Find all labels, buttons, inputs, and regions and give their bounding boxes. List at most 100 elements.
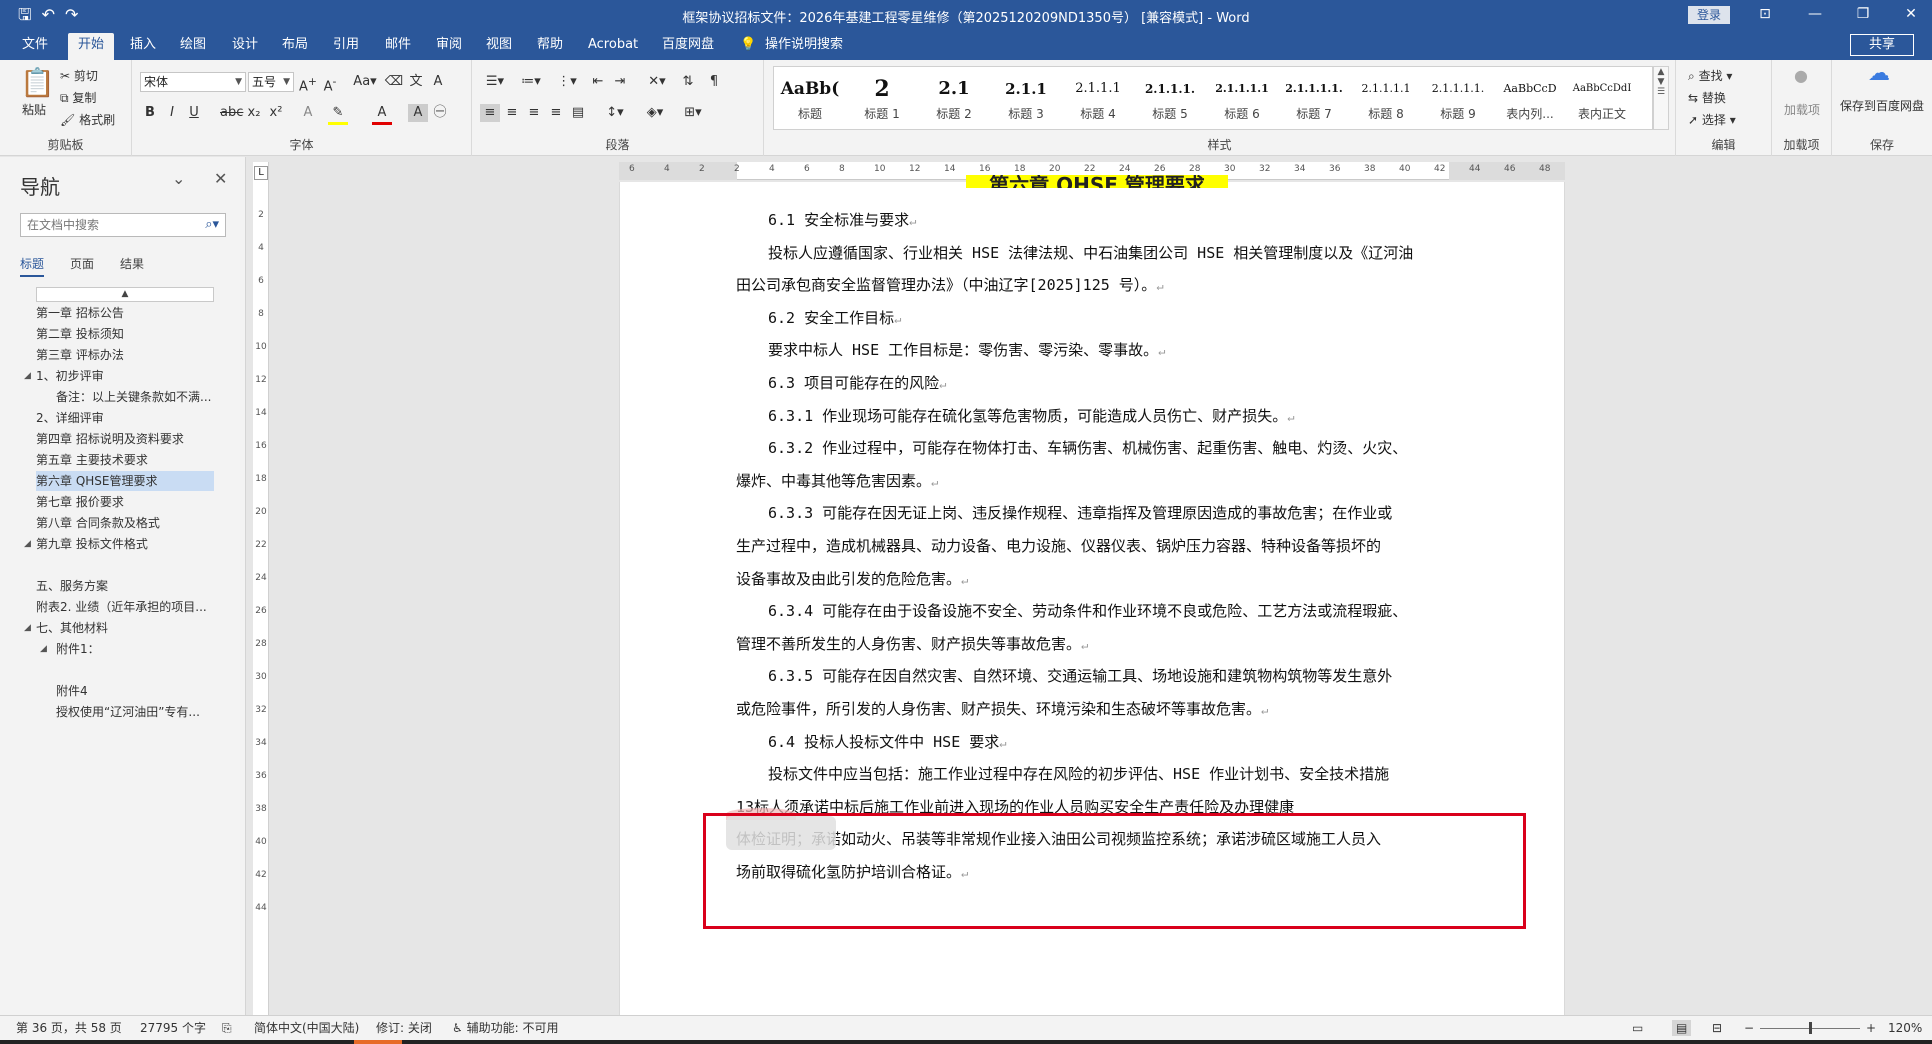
web-layout-icon[interactable]: ⊟ [1712, 1020, 1722, 1036]
close-button[interactable]: ✕ [1896, 4, 1926, 24]
tab-insert[interactable]: 插入 [130, 36, 156, 54]
paste-icon[interactable]: 📋 [20, 68, 55, 98]
nav-heading-item[interactable]: 备注：以上关键条款如不满... [56, 387, 238, 407]
shading-icon[interactable]: ◈▾ [640, 104, 670, 122]
document-page[interactable]: 第六章 QHSE 管理要求 6.1 安全标准与要求↵ 投标人应遵循国家、行业相关 … [619, 175, 1565, 1015]
increase-indent-icon[interactable]: ⇥ [610, 73, 630, 91]
ribbon-display-icon[interactable]: ⊡ [1750, 4, 1780, 24]
style-heading-3[interactable]: 2.1.1 标题 3 [990, 67, 1062, 129]
tab-selector[interactable]: L [254, 166, 268, 180]
bullets-icon[interactable]: ☰▾ [480, 73, 510, 91]
read-mode-icon[interactable]: ▭ [1632, 1020, 1643, 1036]
zoom-slider-thumb[interactable] [1809, 1022, 1812, 1034]
borders-icon[interactable]: ⊞▾ [678, 104, 708, 122]
style-heading-8[interactable]: 2.1.1.1.1 标题 8 [1350, 67, 1422, 129]
word-count[interactable]: 27795 个字 [140, 1020, 206, 1036]
decrease-indent-icon[interactable]: ⇤ [588, 73, 608, 91]
paste-button[interactable]: 粘贴 [22, 102, 46, 118]
tab-help[interactable]: 帮助 [537, 36, 563, 54]
char-border-icon[interactable]: A [428, 73, 448, 91]
nav-tab-pages[interactable]: 页面 [70, 255, 94, 277]
tab-layout[interactable]: 布局 [282, 36, 308, 54]
nav-heading-item[interactable]: 附件4 [56, 681, 238, 701]
nav-heading-item[interactable] [36, 555, 218, 575]
text-effects-icon[interactable]: A [298, 104, 318, 122]
minimize-button[interactable]: — [1800, 4, 1830, 24]
multilevel-list-icon[interactable]: ⋮▾ [552, 73, 582, 91]
style-heading-7[interactable]: 2.1.1.1.1. 标题 7 [1278, 67, 1350, 129]
save-baidu-button[interactable]: 保存到百度网盘 [1836, 98, 1928, 114]
clear-format-icon[interactable]: ⌫ [384, 73, 404, 91]
tab-mailings[interactable]: 邮件 [385, 36, 411, 54]
line-spacing-icon[interactable]: ↕▾ [600, 104, 630, 122]
subscript-icon[interactable]: x₂ [244, 104, 264, 122]
align-center-icon[interactable]: ≡ [502, 104, 522, 122]
copy-button[interactable]: ⧉ 复制 [60, 90, 96, 106]
tab-review[interactable]: 审阅 [436, 36, 462, 54]
font-color-icon[interactable]: A [372, 104, 392, 125]
bold-icon[interactable]: B [140, 104, 160, 122]
login-button[interactable]: 登录 [1688, 6, 1730, 24]
expand-arrow-icon[interactable]: ◢ [24, 366, 31, 386]
select-button[interactable]: ➚ 选择 ▾ [1688, 112, 1736, 128]
close-icon[interactable]: ✕ [214, 169, 227, 188]
print-layout-icon[interactable]: ▤ [1672, 1020, 1692, 1036]
share-button[interactable]: 共享 [1850, 34, 1914, 56]
tab-home[interactable]: 开始 [68, 33, 115, 60]
tab-acrobat[interactable]: Acrobat [588, 36, 638, 54]
tab-baidu[interactable]: 百度网盘 [662, 36, 714, 54]
chinese-layout-icon[interactable]: ✕▾ [642, 73, 672, 91]
strikethrough-icon[interactable]: abc [220, 104, 243, 122]
proofing-icon[interactable]: ⎘ [222, 1020, 232, 1036]
nav-heading-item[interactable]: 1、初步评审 [36, 366, 218, 386]
italic-icon[interactable]: I [162, 104, 182, 122]
nav-heading-item[interactable]: 第六章 QHSE管理要求 [36, 471, 214, 491]
nav-search-input[interactable]: 在文档中搜索 ⌕▾ [20, 213, 226, 237]
numbering-icon[interactable]: ≔▾ [516, 73, 546, 91]
distributed-icon[interactable]: ▤ [568, 104, 588, 122]
style-heading-2[interactable]: 2.1 标题 2 [918, 67, 990, 129]
find-button[interactable]: ⌕ 查找 ▾ [1688, 68, 1732, 84]
nav-heading-item[interactable]: 附件1： [56, 639, 238, 659]
chevron-down-icon[interactable]: ⌄ [172, 169, 185, 188]
nav-heading-item[interactable]: 五、服务方案 [36, 576, 218, 596]
font-name-select[interactable]: 宋体 ▼ [140, 72, 246, 92]
align-left-icon[interactable]: ≡ [480, 104, 500, 122]
tab-draw[interactable]: 绘图 [180, 36, 206, 54]
nav-heading-item[interactable]: 第九章 投标文件格式 [36, 534, 218, 554]
grow-font-icon[interactable]: A+ [298, 73, 318, 96]
restore-button[interactable]: ❐ [1848, 4, 1878, 24]
expand-arrow-icon[interactable]: ◢ [24, 618, 31, 638]
language-status[interactable]: 简体中文(中国大陆) [254, 1020, 359, 1036]
nav-tab-results[interactable]: 结果 [120, 255, 144, 277]
nav-heading-item[interactable]: 授权使用“辽河油田”专有... [56, 702, 238, 722]
tell-me-search[interactable]: 操作说明搜索 [765, 36, 843, 54]
zoom-in-button[interactable]: + [1866, 1020, 1876, 1036]
justify-icon[interactable]: ≡ [546, 104, 566, 122]
style-table-body[interactable]: AaBbCcDdI 表内正文 [1566, 67, 1638, 129]
nav-heading-item[interactable]: 2、详细评审 [36, 408, 218, 428]
expand-arrow-icon[interactable]: ◢ [24, 534, 31, 554]
track-changes-status[interactable]: 修订: 关闭 [376, 1020, 432, 1036]
nav-heading-item[interactable]: 第一章 招标公告 [36, 303, 218, 323]
style-table-column[interactable]: AaBbCcD 表内列... [1494, 67, 1566, 129]
style-heading-4[interactable]: 2.1.1.1 标题 4 [1062, 67, 1134, 129]
nav-heading-item[interactable]: 第四章 招标说明及资料要求 [36, 429, 218, 449]
nav-heading-item[interactable]: 第五章 主要技术要求 [36, 450, 218, 470]
page-count[interactable]: 第 36 页，共 58 页 [16, 1020, 122, 1036]
style-heading-5[interactable]: 2.1.1.1. 标题 5 [1134, 67, 1206, 129]
nav-heading-item[interactable]: 第三章 评标办法 [36, 345, 218, 365]
zoom-level[interactable]: 120% [1888, 1020, 1922, 1036]
tab-design[interactable]: 设计 [232, 36, 258, 54]
zoom-out-button[interactable]: − [1744, 1020, 1754, 1036]
accessibility-status[interactable]: ♿ 辅助功能: 不可用 [452, 1020, 558, 1036]
addins-button[interactable]: 加载项 [1780, 102, 1824, 118]
replace-button[interactable]: ⇆ 替换 [1688, 90, 1726, 106]
style-heading-6[interactable]: 2.1.1.1.1 标题 6 [1206, 67, 1278, 129]
tab-view[interactable]: 视图 [486, 36, 512, 54]
superscript-icon[interactable]: x² [266, 104, 286, 122]
enclose-char-icon[interactable]: ㊀ [430, 104, 450, 122]
phonetic-guide-icon[interactable]: 文 [406, 73, 426, 91]
style-heading-9[interactable]: 2.1.1.1.1. 标题 9 [1422, 67, 1494, 129]
style-title[interactable]: AaBb(标题 [774, 67, 846, 129]
